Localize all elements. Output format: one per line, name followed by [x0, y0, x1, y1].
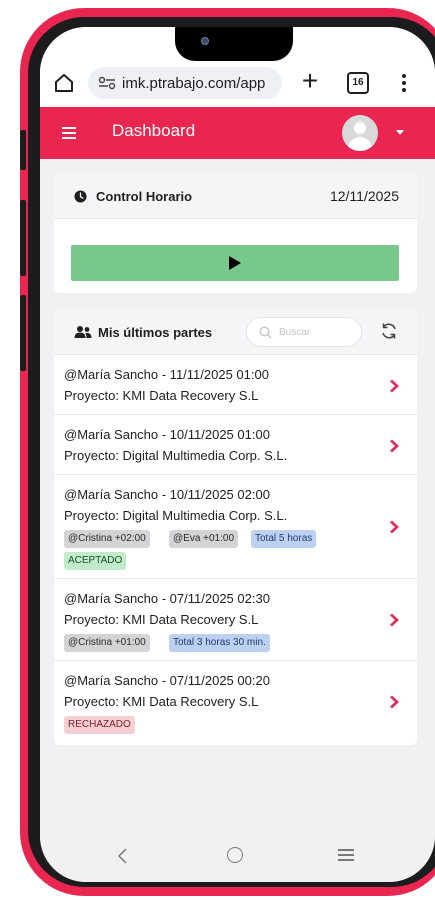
recents-icon[interactable] [338, 849, 354, 861]
home-nav-icon[interactable] [227, 847, 243, 863]
home-icon[interactable] [52, 71, 76, 95]
report-author-date: @María Sancho - 10/11/2025 02:00 [64, 487, 270, 502]
users-icon [74, 326, 92, 338]
search-input[interactable] [279, 323, 355, 341]
phone-screen: imk.ptrabajo.com/app + 16 Dashboard Cont… [40, 27, 435, 882]
system-navigation-bar [40, 837, 435, 882]
browser-toolbar: imk.ptrabajo.com/app + 16 [40, 27, 435, 107]
new-tab-icon[interactable]: + [298, 67, 322, 97]
user-dropdown-icon[interactable] [396, 130, 404, 135]
report-list-item[interactable]: @María Sancho - 10/11/2025 02:00 Proyect… [54, 475, 417, 579]
status-badge: RECHAZADO [64, 716, 135, 734]
status-badge: ACEPTADO [64, 552, 127, 570]
url-row: imk.ptrabajo.com/app + 16 [40, 65, 435, 101]
total-hours-badge: Total 3 horas 30 min. [169, 634, 270, 652]
report-list-item[interactable]: @María Sancho - 10/11/2025 01:00 Proyect… [54, 415, 417, 475]
recent-reports-title: Mis últimos partes [98, 325, 213, 340]
start-timer-button[interactable] [71, 245, 399, 281]
control-horario-title: Control Horario [96, 189, 193, 204]
recent-reports-header: Mis últimos partes [54, 309, 417, 355]
camera-notch [175, 27, 293, 61]
refresh-icon[interactable] [380, 322, 398, 340]
address-bar[interactable]: imk.ptrabajo.com/app [88, 67, 282, 99]
report-list-item[interactable]: @María Sancho - 07/11/2025 02:30 Proyect… [54, 579, 417, 661]
recent-reports-card: Mis últimos partes @María Sancho - 11/11… [54, 309, 417, 745]
report-author-date: @María Sancho - 07/11/2025 00:20 [64, 673, 270, 688]
chevron-right-icon[interactable] [389, 695, 399, 709]
report-author-date: @María Sancho - 07/11/2025 02:30 [64, 591, 270, 606]
report-project: Proyecto: KMI Data Recovery S.L [64, 694, 259, 709]
volume-down-button [20, 295, 26, 371]
control-horario-header: Control Horario 12/11/2025 [54, 173, 417, 219]
report-author-date: @María Sancho - 11/11/2025 01:00 [64, 367, 269, 382]
report-project: Proyecto: KMI Data Recovery S.L [64, 612, 259, 627]
report-list-item[interactable]: @María Sancho - 11/11/2025 01:00 Proyect… [54, 355, 417, 415]
collaborator-badge: @Cristina +01:00 [64, 634, 150, 652]
collaborator-badge: @Cristina +02:00 [64, 530, 150, 548]
side-button [20, 130, 26, 170]
chevron-right-icon[interactable] [389, 379, 399, 393]
back-icon[interactable] [116, 847, 128, 865]
camera-icon [201, 37, 209, 45]
more-menu-icon[interactable] [396, 71, 412, 95]
chevron-right-icon[interactable] [389, 520, 399, 534]
report-list-item[interactable]: @María Sancho - 07/11/2025 00:20 Proyect… [54, 661, 417, 745]
control-horario-card: Control Horario 12/11/2025 [54, 173, 417, 293]
search-box[interactable] [246, 317, 362, 347]
report-project: Proyecto: Digital Multimedia Corp. S.L. [64, 448, 288, 463]
site-settings-icon[interactable] [98, 76, 116, 90]
play-icon [229, 256, 241, 270]
app-header: Dashboard [40, 107, 435, 159]
page-title: Dashboard [112, 121, 196, 140]
avatar[interactable] [342, 115, 378, 151]
volume-up-button [20, 200, 26, 276]
menu-icon[interactable] [62, 127, 76, 139]
total-hours-badge: Total 5 horas [251, 530, 317, 548]
report-project: Proyecto: KMI Data Recovery S.L [64, 388, 259, 403]
report-author-date: @María Sancho - 10/11/2025 01:00 [64, 427, 270, 442]
chevron-right-icon[interactable] [389, 439, 399, 453]
search-icon [259, 326, 272, 339]
url-text[interactable]: imk.ptrabajo.com/app [122, 75, 265, 92]
tab-switcher-icon[interactable]: 16 [347, 72, 369, 94]
chevron-right-icon[interactable] [389, 613, 399, 627]
report-project: Proyecto: Digital Multimedia Corp. S.L. [64, 508, 288, 523]
control-horario-date: 12/11/2025 [329, 188, 399, 204]
collaborator-badge: @Eva +01:00 [169, 530, 239, 548]
clock-icon [74, 190, 87, 203]
